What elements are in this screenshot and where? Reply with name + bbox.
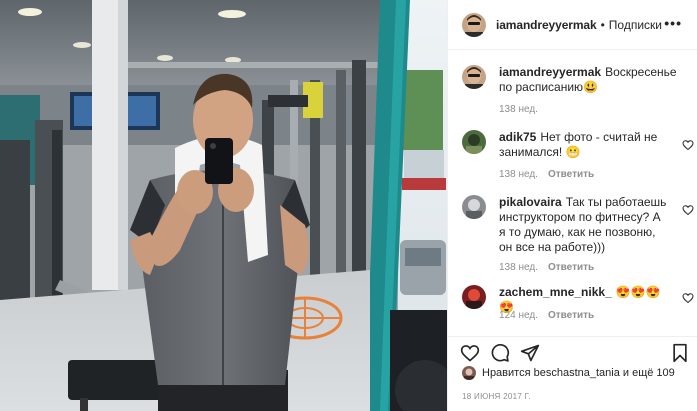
post-sidebar: iamandreyyermak • Подписки ••• iamandrey…	[447, 0, 697, 411]
post-photo[interactable]	[0, 0, 447, 411]
comment-bubble-icon[interactable]	[490, 343, 510, 363]
comment-item: adik75 Нет фото - считай не занимался! 😬 …	[462, 116, 694, 186]
comment-username-link[interactable]: zachem_mne_nikk_	[499, 285, 612, 299]
comment-item: pikalovaira Так ты работаешь инструктором…	[462, 181, 694, 273]
following-button[interactable]: Подписки	[609, 18, 662, 32]
post-action-bar	[448, 336, 697, 366]
comment-username-link[interactable]: iamandreyyermak	[499, 65, 601, 79]
share-send-icon[interactable]	[520, 343, 540, 363]
commenter-avatar[interactable]	[462, 130, 486, 154]
gym-selfie-image	[0, 0, 447, 411]
caption-comment: iamandreyyermak Воскресенье по расписанию…	[462, 51, 694, 121]
comment-text: pikalovaira Так ты работаешь инструктором…	[499, 195, 669, 255]
like-comment-heart-icon[interactable]	[682, 204, 694, 216]
comment-username-link[interactable]: adik75	[499, 130, 536, 144]
comment-item: zachem_mne_nikk_ 😍😍😍😍 124 нед. Ответить	[462, 271, 694, 331]
comments-list[interactable]: iamandreyyermak Воскресенье по расписанию…	[448, 51, 697, 336]
comment-meta: 138 нед.	[499, 104, 538, 115]
post-header: iamandreyyermak • Подписки •••	[448, 0, 697, 50]
save-bookmark-icon[interactable]	[670, 343, 690, 363]
comment-time[interactable]: 138 нед.	[499, 104, 538, 115]
more-options-icon[interactable]: •••	[664, 15, 682, 31]
comment-meta: 138 нед. Ответить	[499, 169, 594, 180]
comment-username-link[interactable]: pikalovaira	[499, 195, 562, 209]
commenter-avatar[interactable]	[462, 285, 486, 309]
commenter-avatar[interactable]	[462, 195, 486, 219]
author-username-link[interactable]: iamandreyyermak	[496, 18, 597, 32]
comment-time[interactable]: 124 нед.	[499, 310, 538, 321]
likes-summary[interactable]: Нравится beschastna_tania и ещё 109	[462, 366, 675, 380]
like-comment-heart-icon[interactable]	[682, 139, 694, 151]
comment-text: adik75 Нет фото - считай не занимался! 😬	[499, 130, 669, 160]
comment-meta: 124 нед. Ответить	[499, 310, 594, 321]
liker-avatar	[462, 366, 476, 380]
like-heart-icon[interactable]	[460, 343, 480, 363]
header-separator: •	[600, 17, 605, 32]
author-avatar[interactable]	[462, 12, 486, 37]
comment-time[interactable]: 138 нед.	[499, 169, 538, 180]
author-avatar[interactable]	[462, 65, 486, 89]
likes-text: Нравится beschastna_tania и ещё 109	[482, 367, 675, 379]
comment-text: iamandreyyermak Воскресенье по расписанию…	[499, 65, 677, 95]
like-comment-heart-icon[interactable]	[682, 292, 694, 304]
reply-button[interactable]: Ответить	[548, 310, 594, 321]
post-date[interactable]: 18 ИЮНЯ 2017 Г.	[462, 392, 531, 401]
reply-button[interactable]: Ответить	[548, 169, 594, 180]
